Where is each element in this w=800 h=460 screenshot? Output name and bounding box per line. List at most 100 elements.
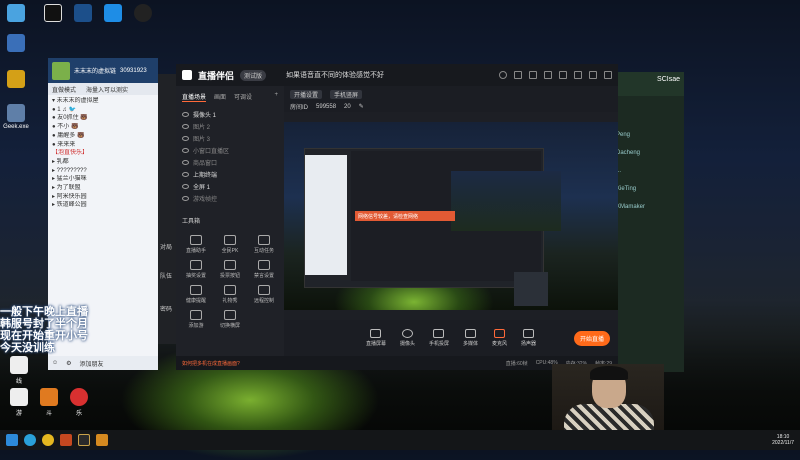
desktop-icon-recycle[interactable]: Geek.exe	[1, 104, 31, 130]
avatar[interactable]	[499, 71, 507, 79]
desktop-icon-computer[interactable]	[1, 34, 31, 54]
eye-icon[interactable]	[182, 171, 189, 177]
list-item[interactable]: ● 庸醒多 🐻	[52, 132, 154, 141]
speaker-button[interactable]: 扬声器	[521, 329, 536, 347]
eye-icon[interactable]	[182, 111, 189, 117]
tool-button[interactable]: 投票按钮	[214, 260, 246, 279]
list-item[interactable]: ▸ 阿米快乐园	[52, 193, 154, 202]
scene-item[interactable]: 商品窗口	[176, 156, 284, 168]
desktop-icon-bottom-3[interactable]: 斗	[34, 388, 64, 417]
minimize-icon[interactable]	[574, 71, 582, 79]
game-icon[interactable]	[60, 434, 72, 446]
emoji-icon[interactable]: ☺	[52, 360, 58, 366]
type-tag[interactable]: 手机竖屏	[330, 90, 363, 99]
category-tag[interactable]: 开播设置	[290, 90, 323, 99]
desktop-icon-bottom-2[interactable]: 游	[4, 388, 34, 417]
share-icon[interactable]	[544, 71, 552, 79]
chat-contact[interactable]: XMamaker	[610, 198, 684, 216]
studio-icon[interactable]	[96, 434, 108, 446]
microphone-button[interactable]: 麦克风	[492, 329, 507, 347]
scene-item[interactable]: 图片 3	[176, 132, 284, 144]
add-friend-button[interactable]: 添加朋友	[80, 359, 104, 368]
desktop-icon-bottom-1[interactable]: 线	[4, 356, 34, 385]
tool-button[interactable]: 添加游	[180, 310, 212, 329]
scene-item[interactable]: 游戏帧控	[176, 192, 284, 204]
tool-button[interactable]: 礼物秀	[214, 285, 246, 304]
chat-contact[interactable]: XieTing	[610, 180, 684, 198]
windows-start-icon[interactable]	[6, 434, 18, 446]
tool-button[interactable]: 远程控制	[248, 285, 280, 304]
eye-icon[interactable]	[182, 195, 189, 201]
league-icon[interactable]	[78, 434, 90, 446]
desktop-icon-qq[interactable]	[128, 4, 158, 24]
stream-preview[interactable]: 网络信号较差，请检查网络	[284, 122, 618, 310]
eye-icon[interactable]	[182, 183, 189, 189]
eye-icon[interactable]	[182, 147, 189, 153]
settings-icon[interactable]	[559, 71, 567, 79]
scene-item[interactable]: 图片 2	[176, 120, 284, 132]
eye-icon[interactable]	[182, 159, 189, 165]
version-badge[interactable]: 测试版	[240, 69, 267, 81]
chrome-icon[interactable]	[42, 434, 54, 446]
screen-capture-button[interactable]: 直播屏幕	[366, 329, 386, 347]
desktop-icon-trophy[interactable]	[1, 70, 31, 90]
qq-tab[interactable]: 直做模式	[52, 85, 76, 94]
tool-button[interactable]: 全民PK	[214, 235, 246, 254]
scene-item[interactable]: 上期终端	[176, 168, 284, 180]
add-scene-button[interactable]: +	[274, 92, 278, 102]
list-item[interactable]: ● 来来来	[52, 141, 154, 150]
list-item[interactable]: ▾ 未末末的虚拟屋	[52, 97, 154, 106]
recycle-bin-icon	[7, 104, 25, 122]
desktop-icon-gaming[interactable]	[98, 4, 128, 24]
list-item[interactable]: ▸ 为了联盟	[52, 184, 154, 193]
list-item[interactable]: ● 友0抓住 🐻	[52, 114, 154, 123]
tool-button[interactable]: 直播助手	[180, 235, 212, 254]
list-item[interactable]: ● 不小 🐻	[52, 123, 154, 132]
phone-cast-button[interactable]: 手机投屏	[429, 329, 449, 347]
studio-window: 直播伴侣 测试版 如果语音直不同的体验感觉不好 直播场景 画面 可调设 + 摄像…	[176, 64, 618, 370]
chat-contact[interactable]: Dacheng	[610, 144, 684, 162]
maximize-icon[interactable]	[589, 71, 597, 79]
desktop-icon-network[interactable]	[1, 4, 31, 24]
qq-tab[interactable]: 海量入可以测实	[86, 85, 128, 94]
chat-icon[interactable]	[529, 71, 537, 79]
edit-icon[interactable]: ✎	[359, 103, 364, 110]
scene-item[interactable]: 小窗口直播区	[176, 144, 284, 156]
help-link[interactable]: 如何把多机在成直播画面?	[182, 360, 240, 367]
tool-button[interactable]: 健康提醒	[180, 285, 212, 304]
chat-contact[interactable]: Peng	[610, 126, 684, 144]
tool-button[interactable]: 抽奖设置	[180, 260, 212, 279]
tab-adjust[interactable]: 可调设	[234, 92, 252, 102]
tool-button[interactable]: 互动任务	[248, 235, 280, 254]
camera-button[interactable]: 摄像头	[400, 329, 415, 347]
eye-icon[interactable]	[182, 135, 189, 141]
media-button[interactable]: 多媒体	[463, 329, 478, 347]
tab-screen[interactable]: 画面	[214, 92, 226, 102]
edge-icon[interactable]	[24, 434, 36, 446]
settings-icon[interactable]: ⚙	[66, 360, 71, 367]
go-live-button[interactable]: 开始直播	[573, 331, 610, 346]
desktop-icon-steam[interactable]	[68, 4, 98, 24]
list-item[interactable]: ▸ 铁道峰公园	[52, 201, 154, 210]
desktop-icon-bottom-4[interactable]: 乐	[64, 388, 94, 417]
avatar[interactable]	[52, 61, 70, 80]
list-item[interactable]: ▸ 乳都	[52, 158, 154, 167]
tool-button[interactable]: 切换横屏	[214, 310, 246, 329]
scene-item[interactable]: 摄像头 1	[176, 108, 284, 120]
tool-button[interactable]: 禁言设置	[248, 260, 280, 279]
eye-icon[interactable]	[182, 123, 189, 129]
list-item[interactable]: ● 1 ♫ 🐦	[52, 106, 154, 115]
close-icon[interactable]	[604, 71, 612, 79]
menu-icon[interactable]	[514, 71, 522, 79]
health-icon	[190, 285, 202, 295]
list-item[interactable]: ▸ 猛兰小猫咪	[52, 175, 154, 184]
desktop-icon-app[interactable]	[38, 4, 68, 24]
system-clock[interactable]: 18:10 2022/11/7	[772, 434, 794, 446]
desktop-icon-label: 游	[15, 411, 22, 417]
list-item[interactable]: ▸ ?????????	[52, 167, 154, 176]
tool-label: 直播助手	[185, 248, 206, 254]
tab-scenes[interactable]: 直播场景	[182, 92, 207, 102]
scene-item[interactable]: 全屏 1	[176, 180, 284, 192]
list-item[interactable]: 【泡直快乐】	[52, 149, 154, 158]
chat-contact[interactable]: ...	[610, 162, 684, 180]
